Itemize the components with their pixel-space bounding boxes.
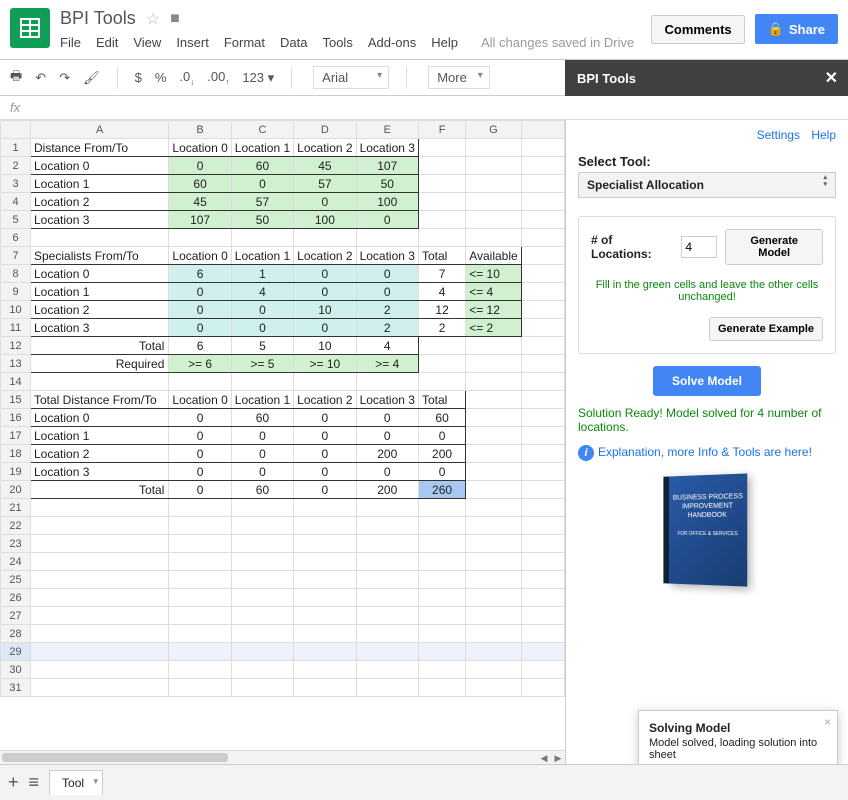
menu-help[interactable]: Help	[431, 35, 458, 50]
toast-title: Solving Model	[649, 721, 827, 735]
menu-addons[interactable]: Add-ons	[368, 35, 416, 50]
print-icon[interactable]: 🖶	[10, 67, 22, 89]
menu-tools[interactable]: Tools	[322, 35, 352, 50]
menu-edit[interactable]: Edit	[96, 35, 118, 50]
doc-title[interactable]: BPI Tools	[60, 8, 136, 29]
paint-format-icon[interactable]: 🖌	[83, 70, 100, 86]
generate-example-button[interactable]: Generate Example	[709, 317, 823, 341]
menu-bar: File Edit View Insert Format Data Tools …	[60, 35, 651, 50]
tool-config-box: # of Locations: Generate Model Fill in t…	[578, 216, 836, 354]
share-button[interactable]: 🔒Share	[755, 14, 838, 44]
folder-icon[interactable]: ■	[170, 10, 180, 28]
redo-icon[interactable]: ↷	[59, 70, 70, 86]
spreadsheet-grid[interactable]: ABCDEFG 1Distance From/ToLocation 0Locat…	[0, 120, 565, 800]
close-icon[interactable]: ✕	[825, 68, 838, 88]
all-sheets-icon[interactable]: ≡	[29, 772, 40, 793]
toolbar: 🖶 ↶ ↷ 🖌 $ % .0↓ .00↑ 123 ▾ Arial More BP…	[0, 60, 848, 96]
format-number[interactable]: 123 ▾	[242, 70, 274, 86]
book-image[interactable]: BUSINESS PROCESS IMPROVEMENT HANDBOOKFOR…	[669, 473, 747, 586]
save-status: All changes saved in Drive	[481, 35, 634, 50]
locations-label: # of Locations:	[591, 233, 673, 261]
locations-input[interactable]	[681, 236, 717, 258]
undo-icon[interactable]: ↶	[35, 70, 46, 86]
tool-select[interactable]: Specialist Allocation	[578, 172, 836, 198]
scroll-left-icon[interactable]: ◀	[537, 751, 551, 765]
horizontal-scrollbar[interactable]: ◀ ▶	[0, 750, 565, 764]
sheets-logo	[10, 8, 50, 48]
solve-model-button[interactable]: Solve Model	[653, 366, 761, 396]
lock-icon: 🔒	[768, 21, 784, 37]
dec-increase[interactable]: .00↑	[207, 69, 229, 87]
add-sheet-icon[interactable]: +	[8, 772, 19, 793]
info-icon: i	[578, 445, 594, 461]
dec-decrease[interactable]: .0↓	[179, 69, 194, 87]
select-tool-label: Select Tool:	[578, 154, 836, 169]
generate-model-button[interactable]: Generate Model	[725, 229, 823, 265]
menu-file[interactable]: File	[60, 35, 81, 50]
format-currency[interactable]: $	[135, 70, 142, 85]
more-formats[interactable]: More	[428, 66, 490, 89]
side-panel: Settings Help Select Tool: Specialist Al…	[565, 120, 848, 800]
sidepanel-header: BPI Tools ✕	[565, 60, 848, 96]
toast-notification: × Solving Model Model solved, loading so…	[638, 710, 838, 772]
format-percent[interactable]: %	[155, 70, 167, 85]
title-bar: BPI Tools ☆ ■ File Edit View Insert Form…	[0, 0, 848, 60]
help-link[interactable]: Help	[811, 128, 836, 142]
menu-insert[interactable]: Insert	[176, 35, 209, 50]
comments-button[interactable]: Comments	[651, 15, 744, 44]
scroll-right-icon[interactable]: ▶	[551, 751, 565, 765]
separator	[117, 67, 118, 89]
sidepanel-title: BPI Tools	[577, 71, 636, 86]
hint-text: Fill in the green cells and leave the ot…	[591, 279, 823, 303]
formula-bar[interactable]: fx	[0, 96, 848, 120]
menu-format[interactable]: Format	[224, 35, 265, 50]
separator	[291, 67, 292, 89]
toast-body: Model solved, loading solution into shee…	[649, 737, 827, 761]
explanation-link[interactable]: Explanation, more Info & Tools are here!	[598, 445, 812, 459]
sheet-tab-bar: + ≡ Tool	[0, 764, 848, 800]
star-icon[interactable]: ☆	[146, 9, 160, 29]
solution-status: Solution Ready! Model solved for 4 numbe…	[578, 406, 836, 434]
menu-data[interactable]: Data	[280, 35, 307, 50]
menu-view[interactable]: View	[133, 35, 161, 50]
settings-link[interactable]: Settings	[757, 128, 800, 142]
separator	[406, 67, 407, 89]
font-select[interactable]: Arial	[313, 66, 389, 89]
toast-close-icon[interactable]: ×	[824, 715, 831, 729]
sheet-tab[interactable]: Tool	[49, 770, 103, 795]
